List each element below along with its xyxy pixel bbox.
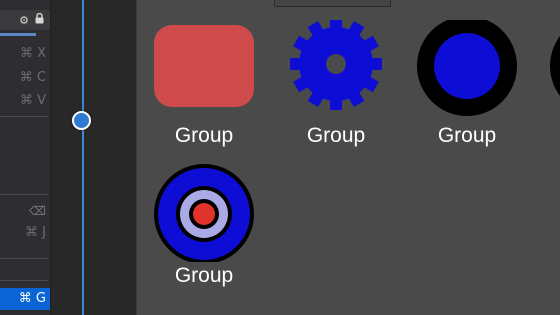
library-item-label: Group: [174, 264, 234, 287]
join-shortcut[interactable]: ⌘ J: [25, 225, 46, 240]
menu-accent-bar: [0, 33, 36, 36]
menu-separator: [0, 258, 48, 259]
library-item-label: Group: [174, 124, 234, 147]
library-item-group[interactable]: Group: [149, 20, 259, 150]
menu-separator: [0, 194, 48, 195]
library-item-label: Group: [306, 124, 366, 147]
menu-top-bar: ⚙: [0, 10, 50, 36]
library-item-group[interactable]: Group: [281, 20, 391, 150]
red-rounded-square-icon: [154, 25, 254, 107]
blue-gear-icon: [290, 20, 382, 110]
library-item-group[interactable]: Group: [412, 20, 522, 150]
library-tab[interactable]: [274, 0, 391, 7]
blue-ring-icon: [417, 20, 517, 116]
group-shortcut[interactable]: ⌘ G: [0, 288, 50, 310]
library-item-partial-icon[interactable]: [550, 20, 560, 120]
timeline-playhead-line[interactable]: [82, 0, 84, 315]
blue-target-icon: [154, 164, 254, 262]
gear-icon[interactable]: ⚙: [19, 14, 29, 27]
context-menu-panel: ⚙ ⌘ X ⌘ C ⌘ V ⌫ ⌘ J ⌘ G: [0, 0, 51, 315]
timeline-playhead-handle[interactable]: [72, 111, 91, 130]
copy-shortcut[interactable]: ⌘ C: [20, 70, 46, 85]
paste-shortcut[interactable]: ⌘ V: [20, 93, 46, 108]
timeline-panel: [51, 0, 137, 315]
cut-shortcut[interactable]: ⌘ X: [20, 46, 46, 61]
lock-icon[interactable]: [35, 12, 44, 27]
menu-separator: [0, 116, 48, 117]
divider: [136, 0, 137, 315]
shape-library: Group Group Group Group: [138, 0, 560, 315]
menu-separator: [0, 280, 48, 281]
library-item-group[interactable]: Group: [149, 162, 259, 292]
delete-shortcut[interactable]: ⌫: [29, 204, 46, 218]
library-item-label: Group: [437, 124, 497, 147]
